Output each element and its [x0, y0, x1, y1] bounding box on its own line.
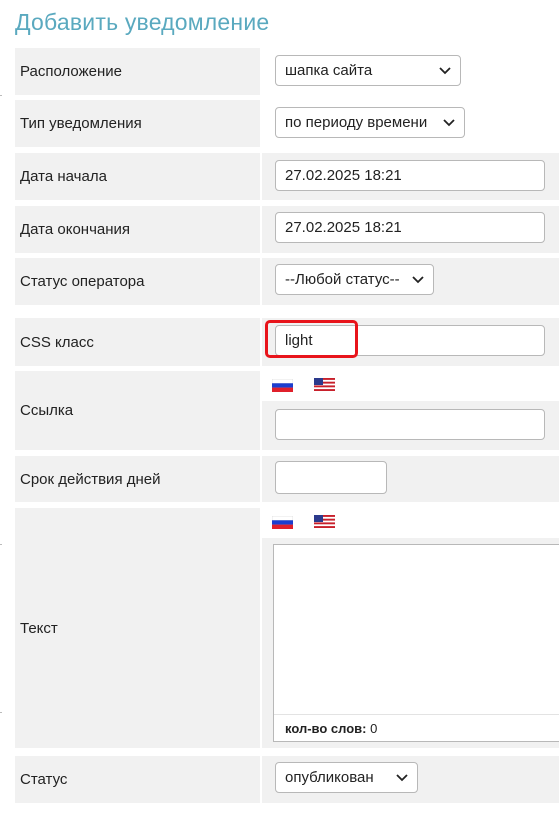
notify-type-label: Тип уведомления: [15, 100, 260, 147]
link-tab-en[interactable]: [304, 371, 345, 401]
link-cell: [262, 371, 559, 450]
chevron-down-icon: [412, 275, 424, 283]
word-count-value: 0: [370, 720, 378, 736]
highlight-box: [265, 320, 358, 358]
row-notify-type: Тип уведомления по периоду времени: [15, 100, 559, 147]
status-select[interactable]: опубликован: [275, 762, 418, 793]
css-class-cell: light: [262, 318, 559, 366]
validity-days-label: Срок действия дней: [15, 456, 260, 502]
operator-status-select[interactable]: --Любой статус--: [275, 264, 434, 295]
location-cell: шапка сайта: [262, 48, 559, 95]
text-label: Текст: [15, 508, 260, 748]
status-cell: опубликован: [262, 756, 559, 803]
row-status: Статус опубликован: [15, 756, 559, 803]
link-input[interactable]: [275, 409, 545, 440]
row-end-date: Дата окончания 27.02.2025 18:21: [15, 206, 559, 253]
status-select-value: опубликован: [285, 769, 374, 786]
start-date-label: Дата начала: [15, 153, 260, 200]
link-tab-ru[interactable]: [262, 371, 303, 401]
row-location: Расположение шапка сайта: [15, 48, 559, 95]
page-title: Добавить уведомление: [15, 9, 270, 35]
start-date-value: 27.02.2025 18:21: [285, 167, 402, 184]
notify-type-select[interactable]: по периоду времени: [275, 107, 465, 138]
operator-status-select-value: --Любой статус--: [285, 271, 400, 288]
link-lang-tabs: [262, 371, 559, 401]
row-start-date: Дата начала 27.02.2025 18:21: [15, 153, 559, 200]
start-date-input[interactable]: 27.02.2025 18:21: [275, 160, 545, 191]
link-label: Ссылка: [15, 371, 260, 450]
start-date-cell: 27.02.2025 18:21: [262, 153, 559, 200]
row-operator-status: Статус оператора --Любой статус--: [15, 258, 559, 305]
text-cell: кол-во слов: 0: [262, 508, 559, 748]
operator-status-label: Статус оператора: [15, 258, 260, 305]
row-text: Текст кол-во слов: 0: [15, 508, 559, 748]
end-date-value: 27.02.2025 18:21: [285, 219, 402, 236]
text-tab-en[interactable]: [304, 508, 345, 538]
edge-mark: [0, 712, 2, 713]
us-flag-icon: [314, 378, 335, 391]
us-flag-icon: [314, 515, 335, 528]
chevron-down-icon: [443, 118, 455, 126]
russian-flag-icon: [272, 516, 293, 529]
text-lang-tabs: [262, 508, 559, 538]
word-count-label: кол-во слов:: [285, 720, 367, 736]
row-css-class: CSS класс light: [15, 318, 559, 366]
chevron-down-icon: [439, 66, 451, 74]
edge-mark: [0, 95, 2, 96]
end-date-input[interactable]: 27.02.2025 18:21: [275, 212, 545, 243]
css-class-label: CSS класс: [15, 318, 260, 366]
text-editor-area[interactable]: [274, 545, 559, 714]
validity-days-cell: [262, 456, 559, 502]
row-validity-days: Срок действия дней: [15, 456, 559, 502]
location-select[interactable]: шапка сайта: [275, 55, 461, 86]
word-count-bar: кол-во слов: 0: [274, 714, 559, 741]
text-tab-ru[interactable]: [262, 508, 303, 538]
edge-mark: [0, 544, 2, 545]
notify-type-select-value: по периоду времени: [285, 114, 428, 131]
end-date-label: Дата окончания: [15, 206, 260, 253]
location-select-value: шапка сайта: [285, 62, 373, 79]
russian-flag-icon: [272, 379, 293, 392]
row-link: Ссылка: [15, 371, 559, 450]
location-label: Расположение: [15, 48, 260, 95]
notify-type-cell: по периоду времени: [262, 100, 559, 147]
operator-status-cell: --Любой статус--: [262, 258, 559, 305]
text-editor-frame: кол-во слов: 0: [273, 544, 559, 742]
status-label: Статус: [15, 756, 260, 803]
chevron-down-icon: [396, 773, 408, 781]
validity-days-input[interactable]: [275, 461, 387, 494]
end-date-cell: 27.02.2025 18:21: [262, 206, 559, 253]
